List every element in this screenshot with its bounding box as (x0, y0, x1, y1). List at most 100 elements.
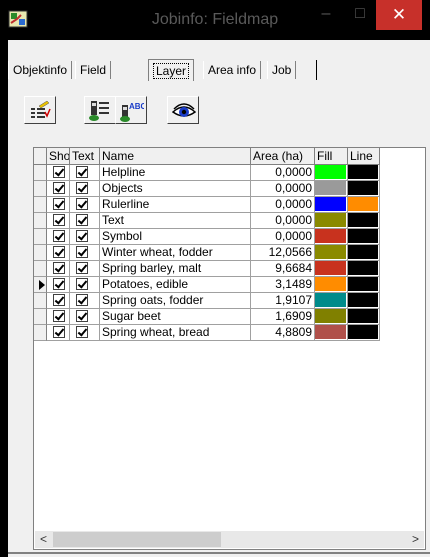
row-indicator (34, 213, 47, 229)
line-color-cell[interactable] (348, 245, 380, 261)
fill-color-cell[interactable] (315, 245, 348, 261)
show-checkbox[interactable] (53, 198, 65, 210)
fill-swatch (315, 213, 346, 227)
tab-job[interactable]: Job (267, 61, 297, 79)
fill-color-cell[interactable] (315, 213, 348, 229)
text-checkbox[interactable] (76, 230, 88, 242)
layer-text-button[interactable]: ABC (115, 96, 147, 124)
horizontal-scrollbar[interactable]: < > (35, 531, 424, 548)
column-header-show[interactable]: Sho (47, 148, 70, 165)
table-row[interactable]: Sugar beet 1,6909 (34, 309, 425, 325)
layer-properties-button[interactable] (84, 96, 116, 124)
scrollbar-thumb[interactable] (53, 532, 221, 547)
tab-label: Area info (208, 63, 257, 77)
abc-label: ABC (129, 102, 144, 111)
fill-color-cell[interactable] (315, 229, 348, 245)
line-color-cell[interactable] (348, 293, 380, 309)
table-row[interactable]: Spring oats, fodder 1,9107 (34, 293, 425, 309)
area-cell: 1,6909 (251, 309, 315, 325)
maximize-button[interactable]: □ (346, 0, 374, 30)
fill-color-cell[interactable] (315, 325, 348, 341)
layer-properties-icon (89, 101, 109, 121)
tab-area-info[interactable]: Area info (203, 61, 262, 79)
table-row[interactable]: Spring barley, malt 9,6684 (34, 261, 425, 277)
fill-color-cell[interactable] (315, 261, 348, 277)
tab-layer[interactable]: Layer (148, 59, 195, 81)
table-row[interactable]: Objects 0,0000 (34, 181, 425, 197)
layer-name-cell: Objects (100, 181, 251, 197)
column-header-line[interactable]: Line (348, 148, 380, 165)
view-button[interactable] (167, 96, 199, 124)
text-cell (70, 213, 100, 229)
table-row[interactable]: Spring wheat, bread 4,8809 (34, 325, 425, 341)
text-checkbox[interactable] (76, 326, 88, 338)
scroll-right-button[interactable]: > (407, 531, 424, 548)
column-header-name[interactable]: Name (100, 148, 251, 165)
scroll-left-button[interactable]: < (35, 531, 52, 548)
fill-color-cell[interactable] (315, 293, 348, 309)
show-checkbox[interactable] (53, 310, 65, 322)
close-button[interactable]: ✕ (376, 0, 422, 30)
edit-list-button[interactable] (24, 96, 56, 124)
text-checkbox[interactable] (76, 198, 88, 210)
show-cell (47, 309, 70, 325)
show-checkbox[interactable] (53, 246, 65, 258)
line-color-cell[interactable] (348, 261, 380, 277)
tab-field[interactable]: Field (75, 61, 112, 79)
tab-strip: Objektinfo Field Layer Area info Job (8, 40, 430, 84)
table-row[interactable]: Potatoes, edible 3,1489 (34, 277, 425, 293)
text-checkbox[interactable] (76, 278, 88, 290)
area-cell: 4,8809 (251, 325, 315, 341)
show-checkbox[interactable] (53, 166, 65, 178)
table-row[interactable]: Winter wheat, fodder 12,0566 (34, 245, 425, 261)
fill-color-cell[interactable] (315, 309, 348, 325)
line-color-cell[interactable] (348, 181, 380, 197)
show-checkbox[interactable] (53, 294, 65, 306)
fill-color-cell[interactable] (315, 181, 348, 197)
show-cell (47, 245, 70, 261)
line-color-cell[interactable] (348, 229, 380, 245)
line-color-cell[interactable] (348, 165, 380, 181)
line-color-cell[interactable] (348, 309, 380, 325)
table-row[interactable]: Text 0,0000 (34, 213, 425, 229)
table-row[interactable]: Helpline 0,0000 (34, 165, 425, 181)
text-cell (70, 197, 100, 213)
minimize-button[interactable]: – (312, 0, 340, 30)
text-checkbox[interactable] (76, 214, 88, 226)
line-swatch (348, 197, 378, 211)
column-header-area[interactable]: Area (ha) (251, 148, 315, 165)
current-row-pointer-icon (39, 280, 45, 290)
layer-name-cell: Helpline (100, 165, 251, 181)
row-indicator (34, 325, 47, 341)
title-bar[interactable]: Jobinfo: Fieldmap – □ ✕ (0, 0, 430, 40)
line-color-cell[interactable] (348, 277, 380, 293)
show-checkbox[interactable] (53, 230, 65, 242)
line-color-cell[interactable] (348, 197, 380, 213)
table-row[interactable]: Symbol 0,0000 (34, 229, 425, 245)
line-color-cell[interactable] (348, 325, 380, 341)
layer-name-cell: Sugar beet (100, 309, 251, 325)
show-checkbox[interactable] (53, 214, 65, 226)
fill-color-cell[interactable] (315, 197, 348, 213)
show-checkbox[interactable] (53, 262, 65, 274)
text-checkbox[interactable] (76, 246, 88, 258)
show-checkbox[interactable] (53, 182, 65, 194)
text-checkbox[interactable] (76, 182, 88, 194)
text-checkbox[interactable] (76, 262, 88, 274)
text-checkbox[interactable] (76, 310, 88, 322)
text-checkbox[interactable] (76, 294, 88, 306)
tab-objektinfo[interactable]: Objektinfo (8, 61, 73, 79)
show-checkbox[interactable] (53, 326, 65, 338)
fill-swatch (315, 245, 346, 259)
layer-grid[interactable]: Sho Text Name Area (ha) Fill Line Helpli… (33, 147, 426, 550)
fill-color-cell[interactable] (315, 165, 348, 181)
show-checkbox[interactable] (53, 278, 65, 290)
text-checkbox[interactable] (76, 166, 88, 178)
line-color-cell[interactable] (348, 213, 380, 229)
tab-label: Objektinfo (13, 63, 68, 77)
line-swatch (348, 293, 378, 307)
column-header-fill[interactable]: Fill (315, 148, 348, 165)
column-header-text[interactable]: Text (70, 148, 100, 165)
fill-color-cell[interactable] (315, 277, 348, 293)
table-row[interactable]: Rulerline 0,0000 (34, 197, 425, 213)
